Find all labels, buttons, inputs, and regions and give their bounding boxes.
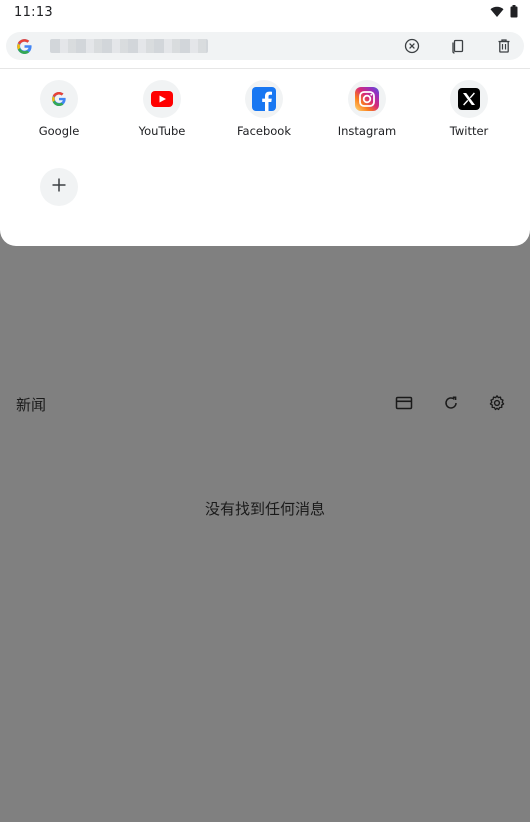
refresh-icon[interactable] [440,392,462,414]
facebook-icon [245,80,283,118]
shortcut-google[interactable]: Google [19,80,99,138]
url-text-redacted[interactable] [50,39,208,53]
add-shortcut-button[interactable] [40,168,78,206]
news-title: 新闻 [16,396,47,414]
status-time: 11:13 [14,4,53,20]
divider [0,68,530,69]
shortcut-label: Facebook [236,124,292,138]
youtube-icon [143,80,181,118]
plus-icon [51,177,67,197]
clear-icon[interactable] [402,36,422,56]
google-icon [40,80,78,118]
delete-icon[interactable] [494,36,514,56]
status-bar: 11:13 [0,0,530,24]
wifi-icon [490,3,504,22]
google-g-icon [16,38,33,55]
battery-icon [510,3,518,22]
status-icons [490,3,518,22]
shortcut-twitter[interactable]: Twitter [429,80,509,138]
shortcut-label: YouTube [138,124,186,138]
instagram-icon [348,80,386,118]
address-bar[interactable] [6,32,524,60]
shortcut-label: Instagram [337,124,397,138]
shortcut-label: Twitter [449,124,489,138]
tab-switcher-icon[interactable] [448,36,468,56]
news-header: 新闻 [0,390,530,416]
shortcut-facebook[interactable]: Facebook [224,80,304,138]
empty-news-message: 没有找到任何消息 [204,500,325,518]
new-tab-sheet: Google YouTube Facebook Instagram Twitte… [0,24,530,246]
shortcut-youtube[interactable]: YouTube [122,80,202,138]
shortcut-label: Google [38,124,80,138]
shortcut-instagram[interactable]: Instagram [327,80,407,138]
card-icon[interactable] [393,392,415,414]
x-icon [450,80,488,118]
gear-icon[interactable] [486,392,508,414]
